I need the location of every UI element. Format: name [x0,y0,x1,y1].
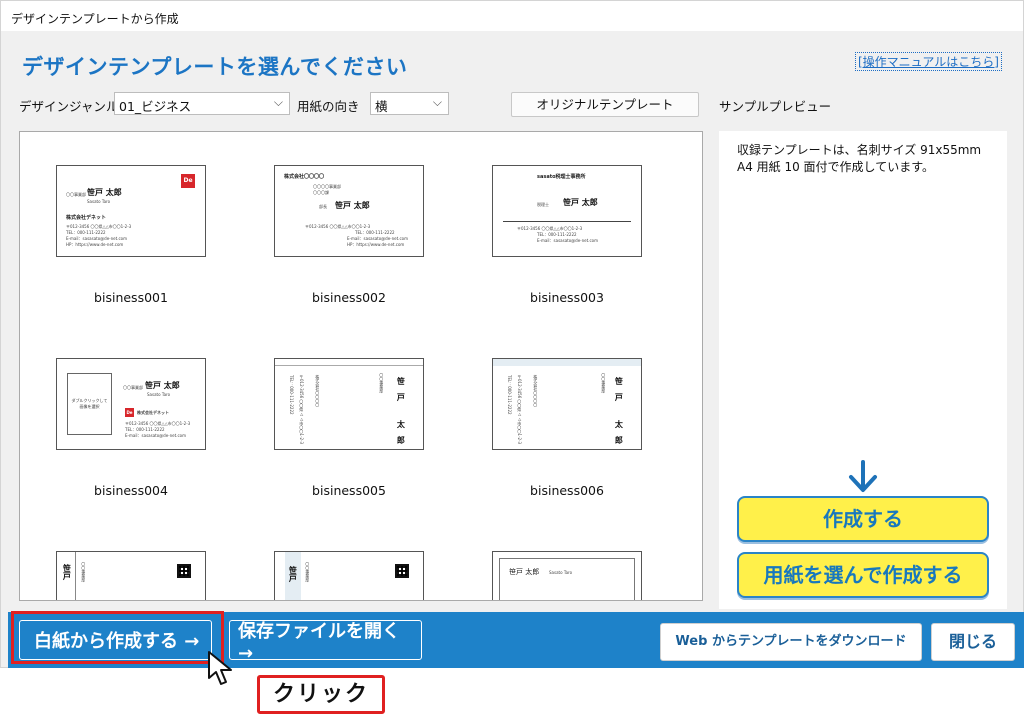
card-romaji: Sasato Taro [87,199,111,204]
card-name: 笹戸 太郎 [87,188,122,197]
card-dept: 〇〇〇〇事業部 [313,184,341,189]
preview-label: サンプルプレビュー [719,99,832,114]
card-name: 笹戸 [288,566,298,582]
card-company: 株式会社デネット [66,215,107,221]
chevron-down-icon: ⌵ [432,95,442,109]
card-role: 税理士 [537,202,549,207]
card-dept: 〇〇事業部 [305,562,311,582]
card-tel: TEL：000-111-2222 [66,230,106,235]
template-card-business007[interactable]: 笹戸 〇〇事業部 [56,551,206,600]
card-address: 〒012-3456 〇〇県△△市〇〇1-2-3 [125,421,191,426]
mouse-cursor-icon [208,651,232,685]
template-card-business002[interactable]: 株式会社〇〇〇〇 〇〇〇〇事業部 〇〇〇課 部長 笹戸 太郎 〒012-3456… [274,165,424,257]
template-card-business005[interactable]: 〇〇事業部 笹戸 太郎 株式会社〇〇〇〇 〒012-3456 〇〇県△△市〇〇1… [274,358,424,450]
orientation-select[interactable]: 横 ⌵ [370,92,449,115]
create-button[interactable]: 作成する [737,496,989,542]
card-name: 笹戸 太郎 [563,198,598,207]
open-file-label: 保存ファイルを開く → [238,620,400,664]
card-name: 笹戸 太郎 [614,377,624,450]
close-button[interactable]: 閉じる [931,623,1015,661]
card-email: E-mail：sasasato@de-net.com [125,433,186,438]
preview-description: 収録テンプレートは、名刺サイズ 91x55mm A4 用紙 10 面付で作成して… [737,143,982,174]
qr-code-icon [177,564,191,578]
card-romaji: Sasato Taro [147,392,171,397]
card-address: 〒012-3456 〇〇県△△市〇〇1-2-3 [299,375,305,445]
arrow-down-icon [849,460,877,492]
card-tel: TEL：000-111-2222 [355,230,395,235]
card-address: 〒012-3456 〇〇県△△市〇〇1-2-3 [517,375,523,445]
open-file-button[interactable]: 保存ファイルを開く → [229,620,422,664]
card-company: sasato税理士事務所 [537,174,586,180]
card-dept: 〇〇事業部 [379,373,385,393]
card-email: E-mail：sasasato@de-net.com [537,238,598,243]
template-caption: bisiness006 [530,483,604,498]
card-name: 笹戸 太郎 [145,381,180,390]
web-download-button[interactable]: Web からテンプレートをダウンロード [660,623,922,661]
template-card-business001[interactable]: De 〇〇事業部 笹戸 太郎 Sasato Taro 株式会社デネット 〒012… [56,165,206,257]
genre-value: 01_ビジネス [119,99,192,114]
logo-icon: De [181,174,195,188]
template-caption: bisiness002 [312,290,386,305]
card-dept: 〇〇〇課 [313,190,329,195]
orientation-label: 用紙の向き [297,99,360,114]
template-gallery[interactable]: De 〇〇事業部 笹戸 太郎 Sasato Taro 株式会社デネット 〒012… [19,131,703,601]
select-paper-create-button[interactable]: 用紙を選んで作成する [737,552,989,598]
template-card-business008[interactable]: 笹戸 〇〇事業部 [274,551,424,600]
card-role: 部長 [319,204,327,209]
card-name: 笹戸 太郎 [509,568,540,576]
card-dept: 〇〇事業部 [123,385,143,390]
photo-placeholder[interactable]: ダブルクリックして 画像を選択 [67,373,112,435]
card-name: 笹戸 太郎 [335,201,370,210]
card-hp: HP：https://www.de-net.com [347,242,405,247]
card-company: 株式会社〇〇〇〇 [284,174,325,180]
card-dept: 〇〇事業部 [66,192,86,197]
card-company: 株式会社〇〇〇〇 [533,375,539,407]
card-email: E-mail：sasasato@de-net.com [347,236,408,241]
template-caption: bisiness001 [94,290,168,305]
template-card-business004[interactable]: ダブルクリックして 画像を選択 〇〇事業部 笹戸 太郎 Sasato Taro … [56,358,206,450]
logo-icon: De [125,408,134,417]
card-address: 〒012-3456 〇〇県△△市〇〇1-2-3 [305,224,371,229]
card-tel: TEL：000-111-2222 [537,232,577,237]
card-dept: 〇〇事業部 [81,562,87,582]
card-tel: TEL：000-111-2222 [507,375,513,415]
genre-select[interactable]: 01_ビジネス ⌵ [114,92,290,115]
card-tel: TEL：000-111-2222 [289,375,295,415]
template-card-business006[interactable]: 〇〇事業部 笹戸 太郎 株式会社〇〇〇〇 〒012-3456 〇〇県△△市〇〇1… [492,358,642,450]
chevron-down-icon: ⌵ [273,95,283,109]
template-caption: bisiness003 [530,290,604,305]
card-email: E-mail：sasasato@de-net.com [66,236,127,241]
divider [75,552,76,600]
manual-link[interactable]: [操作マニュアルはこちら] [854,52,1002,71]
template-card-business009[interactable]: 笹戸 太郎 Sasato Taro [492,551,642,600]
card-company: 株式会社〇〇〇〇 [315,375,321,407]
card-frame [499,558,635,600]
highlight-frame [11,611,224,664]
click-callout: クリック [257,675,385,714]
card-company: 株式会社デネット [137,410,169,415]
card-address: 〒012-3456 〇〇県△△市〇〇1-2-3 [517,226,583,231]
orientation-value: 横 [375,99,388,114]
card-address: 〒012-3456 〇〇県△△市〇〇1-2-3 [66,224,132,229]
dialog-window: デザインテンプレートから作成 デザインテンプレートを選んでください [操作マニュ… [0,0,1024,668]
card-dept: 〇〇事業部 [601,373,607,393]
original-template-button[interactable]: オリジナルテンプレート [511,92,699,117]
card-name: 笹戸 太郎 [396,377,406,450]
genre-label: デザインジャンル [19,99,119,114]
card-hp: HP：https://www.de-net.com [66,242,124,247]
divider [503,221,631,222]
card-band [493,359,641,366]
card-romaji: Sasato Taro [549,570,573,575]
template-caption: bisiness004 [94,483,168,498]
card-tel: TEL：000-111-2222 [125,427,165,432]
page-heading: デザインテンプレートを選んでください [22,55,408,79]
template-caption: bisiness005 [312,483,386,498]
card-band [275,359,423,366]
template-card-business003[interactable]: sasato税理士事務所 税理士 笹戸 太郎 〒012-3456 〇〇県△△市〇… [492,165,642,257]
qr-code-icon [395,564,409,578]
card-name: 笹戸 [62,564,72,580]
window-title: デザインテンプレートから作成 [1,1,1023,31]
